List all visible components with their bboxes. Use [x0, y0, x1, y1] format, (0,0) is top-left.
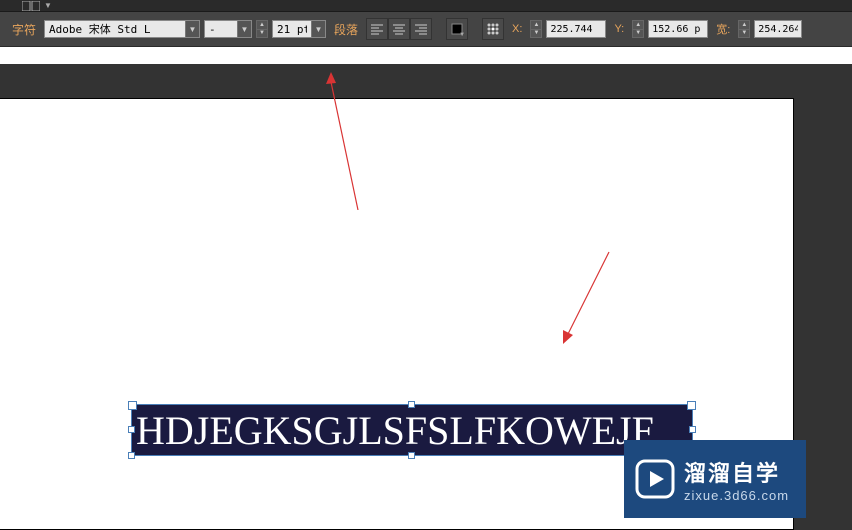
reference-point-button[interactable]	[482, 18, 504, 40]
chevron-down-icon[interactable]: ▼	[237, 21, 251, 37]
selected-text-frame[interactable]: HDJEGKSGJLSFSLFKOWEJF	[131, 404, 693, 456]
align-center-button[interactable]	[388, 18, 410, 40]
y-stepper[interactable]: ▲▼	[632, 20, 644, 38]
character-panel-label[interactable]: 字符	[8, 21, 40, 38]
chevron-down-icon[interactable]: ▼	[185, 21, 199, 37]
font-size-stepper[interactable]: ▲▼	[256, 20, 268, 38]
watermark-url: zixue.3d66.com	[684, 488, 789, 503]
font-style-dropdown[interactable]: ▼	[204, 20, 252, 38]
watermark-title: 溜溜自学	[684, 456, 789, 488]
text-align-group	[366, 18, 432, 40]
y-coord-label: Y:	[610, 23, 628, 35]
y-coord-input[interactable]	[648, 20, 708, 38]
top-menu-bar: ▼	[0, 0, 852, 12]
align-left-button[interactable]	[366, 18, 388, 40]
width-label: 宽:	[712, 21, 734, 37]
watermark-badge: 溜溜自学 zixue.3d66.com	[624, 440, 806, 518]
resize-handle[interactable]	[128, 452, 135, 459]
resize-handle[interactable]	[408, 452, 415, 459]
x-stepper[interactable]: ▲▼	[530, 20, 542, 38]
width-input[interactable]	[754, 20, 802, 38]
x-coord-input[interactable]	[546, 20, 606, 38]
resize-handle[interactable]	[128, 426, 135, 433]
align-right-button[interactable]	[410, 18, 432, 40]
font-size-dropdown[interactable]: ▼	[272, 20, 326, 38]
play-icon	[634, 458, 676, 500]
paragraph-panel-label[interactable]: 段落	[330, 21, 362, 38]
dropdown-indicator[interactable]: ▼	[44, 1, 52, 10]
font-size-input[interactable]	[273, 23, 311, 36]
ruler-area	[0, 47, 852, 64]
font-family-dropdown[interactable]: ▼	[44, 20, 200, 38]
fill-color-button[interactable]: ▼	[446, 18, 468, 40]
resize-handle[interactable]	[408, 401, 415, 408]
text-options-bar: 字符 ▼ ▼ ▲▼ ▼ 段落 ▼	[0, 12, 852, 47]
text-content[interactable]: HDJEGKSGJLSFSLFKOWEJF	[136, 407, 688, 454]
font-style-input[interactable]	[205, 23, 237, 36]
x-coord-label: X:	[508, 23, 526, 35]
w-stepper[interactable]: ▲▼	[738, 20, 750, 38]
chevron-down-icon[interactable]: ▼	[311, 21, 325, 37]
font-family-input[interactable]	[45, 23, 185, 36]
resize-handle[interactable]	[689, 426, 696, 433]
layout-mode-icon[interactable]	[20, 0, 42, 11]
